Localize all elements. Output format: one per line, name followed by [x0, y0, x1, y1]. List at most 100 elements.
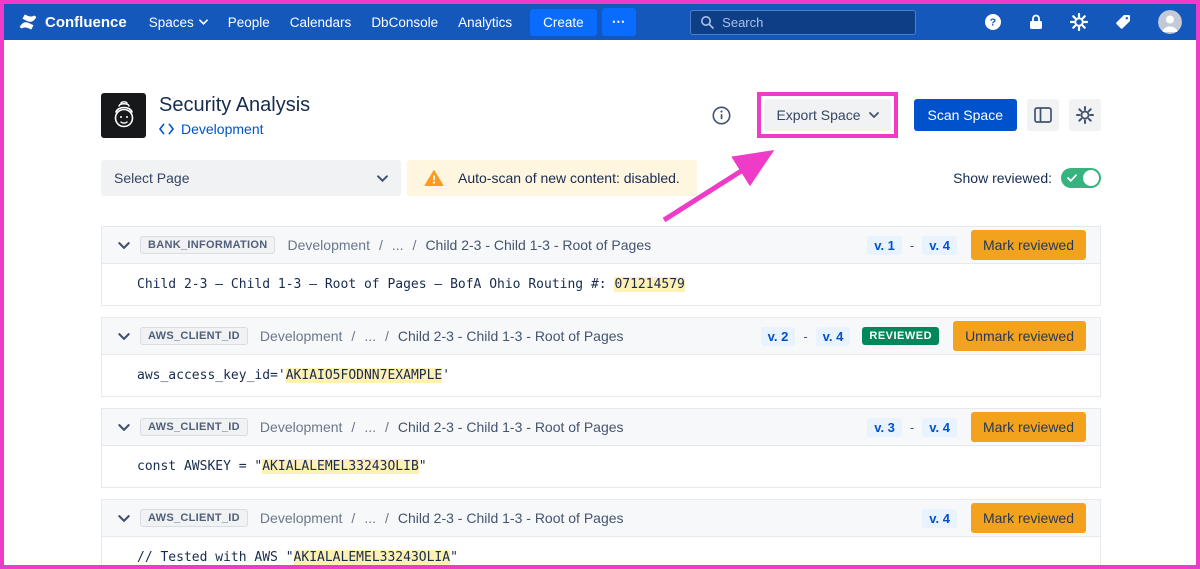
- page-title: Security Analysis: [159, 93, 310, 118]
- help-icon[interactable]: ?: [984, 13, 1002, 31]
- crumb-ellipsis[interactable]: ...: [364, 510, 376, 526]
- finding-header: BANK_INFORMATION Development/.../Child 2…: [102, 227, 1100, 264]
- show-reviewed-toggle[interactable]: [1061, 168, 1101, 188]
- crumb-space[interactable]: Development: [287, 237, 370, 253]
- svg-text:?: ?: [990, 17, 996, 29]
- collapse-chevron-icon[interactable]: [116, 331, 132, 342]
- autoscan-warning-banner: Auto-scan of new content: disabled.: [407, 160, 697, 196]
- finding-type-badge: AWS_CLIENT_ID: [140, 327, 248, 345]
- crumb-ellipsis[interactable]: ...: [392, 237, 404, 253]
- create-button[interactable]: Create: [530, 9, 597, 36]
- nav-item-dbconsole[interactable]: DbConsole: [361, 11, 448, 34]
- search-box[interactable]: [690, 10, 916, 35]
- crumb-page[interactable]: Child 2-3 - Child 1-3 - Root of Pages: [398, 328, 624, 344]
- check-icon: [1067, 174, 1077, 182]
- select-page-dropdown[interactable]: Select Page: [101, 160, 401, 196]
- app-window: Confluence Spaces People Calendars DbCon…: [0, 0, 1200, 569]
- nav-item-calendars[interactable]: Calendars: [280, 11, 362, 34]
- gear-icon[interactable]: [1070, 13, 1088, 31]
- finding-actions: v. 3-v. 4Mark reviewed: [867, 412, 1086, 442]
- gear-icon: [1076, 106, 1094, 124]
- collapse-chevron-icon[interactable]: [116, 422, 132, 433]
- version-to-link[interactable]: v. 4: [922, 236, 957, 255]
- nav-item-people[interactable]: People: [218, 11, 280, 34]
- secret-highlight: 071214579: [614, 277, 684, 292]
- finding-card: BANK_INFORMATION Development/.../Child 2…: [101, 226, 1101, 306]
- show-reviewed-label: Show reviewed:: [953, 170, 1052, 186]
- crumb-space[interactable]: Development: [260, 328, 343, 344]
- export-space-button[interactable]: Export Space: [764, 99, 890, 131]
- version-to-link[interactable]: v. 4: [922, 509, 957, 528]
- lock-icon[interactable]: [1028, 13, 1044, 31]
- finding-type-badge: AWS_CLIENT_ID: [140, 509, 248, 527]
- breadcrumb: Development/.../Child 2-3 - Child 1-3 - …: [287, 237, 651, 253]
- annotation-highlight-box: Export Space: [757, 92, 897, 138]
- finding-card: AWS_CLIENT_ID Development/.../Child 2-3 …: [101, 499, 1101, 569]
- finding-type-badge: BANK_INFORMATION: [140, 236, 275, 254]
- collapse-chevron-icon[interactable]: [116, 240, 132, 251]
- info-icon[interactable]: [712, 106, 731, 125]
- mark-reviewed-button[interactable]: Mark reviewed: [971, 412, 1086, 442]
- confluence-logo-icon: [18, 12, 38, 32]
- chevron-down-icon: [199, 19, 208, 25]
- panel-toggle-button[interactable]: [1027, 99, 1059, 131]
- scan-space-button[interactable]: Scan Space: [914, 99, 1018, 131]
- space-breadcrumb-link[interactable]: Development: [159, 121, 310, 137]
- version-to-link[interactable]: v. 4: [922, 418, 957, 437]
- code-icon: [159, 123, 174, 135]
- finding-card: AWS_CLIENT_ID Development/.../Child 2-3 …: [101, 317, 1101, 397]
- crumb-page[interactable]: Child 2-3 - Child 1-3 - Root of Pages: [398, 510, 624, 526]
- crumb-ellipsis[interactable]: ...: [364, 419, 376, 435]
- finding-actions: -v. 4Mark reviewed: [922, 503, 1086, 533]
- brand-label: Confluence: [45, 14, 127, 31]
- warning-text: Auto-scan of new content: disabled.: [458, 170, 680, 186]
- version-from-link[interactable]: v. 1: [867, 236, 902, 255]
- search-input[interactable]: [722, 15, 906, 30]
- panel-icon: [1034, 107, 1052, 123]
- tag-icon[interactable]: [1114, 13, 1132, 31]
- chevron-down-icon: [377, 175, 388, 182]
- nav-item-spaces[interactable]: Spaces: [139, 11, 218, 34]
- collapse-chevron-icon[interactable]: [116, 513, 132, 524]
- version-to-link[interactable]: v. 4: [816, 327, 851, 346]
- toggle-knob: [1083, 170, 1099, 186]
- reviewed-badge: REVIEWED: [862, 327, 939, 345]
- finding-actions: v. 1-v. 4Mark reviewed: [867, 230, 1086, 260]
- nav-item-analytics[interactable]: Analytics: [448, 11, 522, 34]
- secret-highlight: AKIALALEMEL33243OLIA: [294, 550, 451, 565]
- finding-header: AWS_CLIENT_ID Development/.../Child 2-3 …: [102, 318, 1100, 355]
- breadcrumb: Development/.../Child 2-3 - Child 1-3 - …: [260, 328, 624, 344]
- secret-highlight: AKIALALEMEL33243OLIB: [262, 459, 419, 474]
- mark-reviewed-button[interactable]: Mark reviewed: [971, 230, 1086, 260]
- title-block: Security Analysis Development: [159, 93, 310, 137]
- finding-snippet: Child 2-3 – Child 1-3 – Root of Pages – …: [102, 264, 1100, 305]
- crumb-ellipsis[interactable]: ...: [364, 328, 376, 344]
- show-reviewed-control: Show reviewed:: [953, 168, 1101, 188]
- findings-list: BANK_INFORMATION Development/.../Child 2…: [101, 226, 1101, 569]
- crumb-page[interactable]: Child 2-3 - Child 1-3 - Root of Pages: [425, 237, 651, 253]
- finding-header: AWS_CLIENT_ID Development/.../Child 2-3 …: [102, 500, 1100, 537]
- finding-type-badge: AWS_CLIENT_ID: [140, 418, 248, 436]
- more-button[interactable]: ⋯: [602, 8, 637, 36]
- finding-snippet: // Tested with AWS "AKIALALEMEL33243OLIA…: [102, 537, 1100, 569]
- crumb-space[interactable]: Development: [260, 510, 343, 526]
- avatar[interactable]: [1158, 10, 1182, 34]
- crumb-space[interactable]: Development: [260, 419, 343, 435]
- space-header: Security Analysis Development Export Spa…: [101, 92, 1101, 138]
- top-navigation: Confluence Spaces People Calendars DbCon…: [4, 4, 1196, 40]
- search-icon: [700, 15, 714, 29]
- confluence-home-link[interactable]: Confluence: [18, 12, 127, 32]
- settings-button[interactable]: [1069, 99, 1101, 131]
- space-icon: [101, 93, 146, 138]
- breadcrumb: Development/.../Child 2-3 - Child 1-3 - …: [260, 510, 624, 526]
- crumb-page[interactable]: Child 2-3 - Child 1-3 - Root of Pages: [398, 419, 624, 435]
- version-from-link[interactable]: v. 3: [867, 418, 902, 437]
- unmark-reviewed-button[interactable]: Unmark reviewed: [953, 321, 1086, 351]
- main-content: Security Analysis Development Export Spa…: [101, 40, 1101, 569]
- finding-card: AWS_CLIENT_ID Development/.../Child 2-3 …: [101, 408, 1101, 488]
- breadcrumb: Development/.../Child 2-3 - Child 1-3 - …: [260, 419, 624, 435]
- controls-row: Select Page Auto-scan of new content: di…: [101, 160, 1101, 196]
- nav-icon-cluster: ?: [984, 10, 1182, 34]
- version-from-link[interactable]: v. 2: [761, 327, 796, 346]
- mark-reviewed-button[interactable]: Mark reviewed: [971, 503, 1086, 533]
